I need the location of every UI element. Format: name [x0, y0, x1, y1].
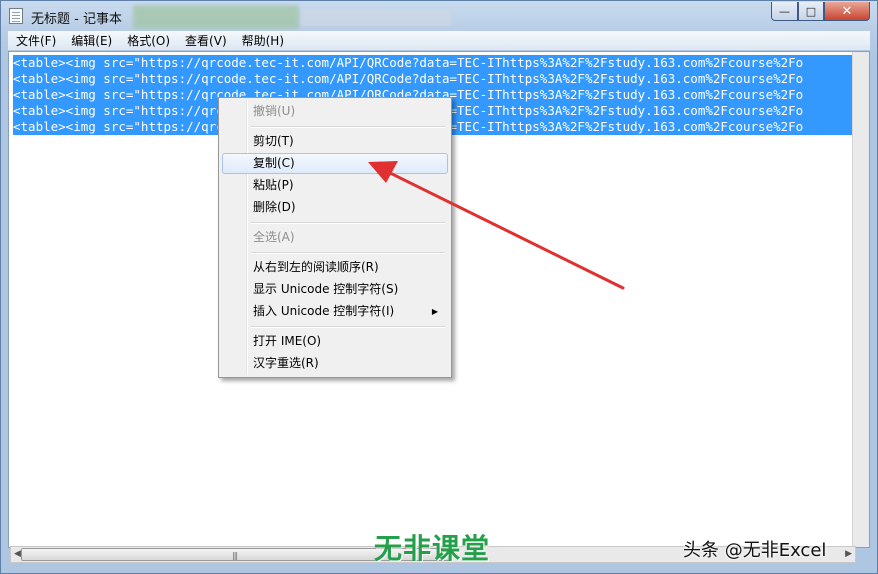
ctx-delete[interactable]: 删除(D) — [222, 197, 448, 218]
brand-watermark: 无非课堂 — [374, 532, 491, 565]
menu-separator — [251, 252, 445, 254]
menu-edit[interactable]: 编辑(E) — [63, 32, 119, 49]
ctx-show-unicode[interactable]: 显示 Unicode 控制字符(S) — [222, 279, 448, 300]
ctx-open-ime[interactable]: 打开 IME(O) — [222, 331, 448, 352]
context-menu: 撤销(U) 剪切(T) 复制(C) 粘贴(P) 删除(D) 全选(A) 从右到左… — [218, 97, 452, 378]
ctx-select-all[interactable]: 全选(A) — [222, 227, 448, 248]
submenu-arrow-icon: ▶ — [431, 307, 438, 316]
ctx-insert-unicode[interactable]: 插入 Unicode 控制字符(I) ▶ — [222, 301, 448, 322]
ctx-paste[interactable]: 粘贴(P) — [222, 175, 448, 196]
ctx-cut[interactable]: 剪切(T) — [222, 131, 448, 152]
vertical-scrollbar[interactable] — [852, 52, 869, 547]
author-credit: 头条 @无非Excel — [683, 540, 827, 561]
close-button[interactable]: ✕ — [824, 2, 870, 21]
menu-separator — [251, 126, 445, 128]
menu-view[interactable]: 查看(V) — [177, 32, 234, 49]
blurred-background-area — [133, 5, 299, 29]
menu-file[interactable]: 文件(F) — [8, 32, 63, 49]
menu-bar: 文件(F) 编辑(E) 格式(O) 查看(V) 帮助(H) — [8, 31, 870, 50]
menu-help[interactable]: 帮助(H) — [234, 32, 291, 49]
scroll-left-icon[interactable]: ◀ — [14, 549, 21, 559]
notepad-icon — [9, 8, 23, 24]
scroll-right-icon[interactable]: ▶ — [845, 549, 852, 559]
blurred-background-area-2 — [301, 10, 451, 26]
title-bar[interactable]: 无标题 - 记事本 — □ ✕ — [1, 1, 877, 31]
ctx-copy[interactable]: 复制(C) — [222, 153, 448, 174]
minimize-button[interactable]: — — [771, 2, 798, 21]
menu-separator — [251, 326, 445, 328]
selected-text-line[interactable]: <table><img src="https://qrcode.tec-it.c… — [13, 55, 853, 71]
ctx-insert-unicode-label: 插入 Unicode 控制字符(I) — [253, 304, 395, 318]
menu-format[interactable]: 格式(O) — [119, 32, 177, 49]
grip-icon: ||| — [232, 551, 238, 560]
maximize-button[interactable]: □ — [798, 2, 824, 21]
window-title: 无标题 - 记事本 — [31, 12, 122, 27]
ctx-rtl-reading-order[interactable]: 从右到左的阅读顺序(R) — [222, 257, 448, 278]
menu-separator — [251, 222, 445, 224]
ctx-undo[interactable]: 撤销(U) — [222, 101, 448, 122]
ctx-reconversion[interactable]: 汉字重选(R) — [222, 353, 448, 374]
selected-text-line[interactable]: <table><img src="https://qrcode.tec-it.c… — [13, 71, 853, 87]
